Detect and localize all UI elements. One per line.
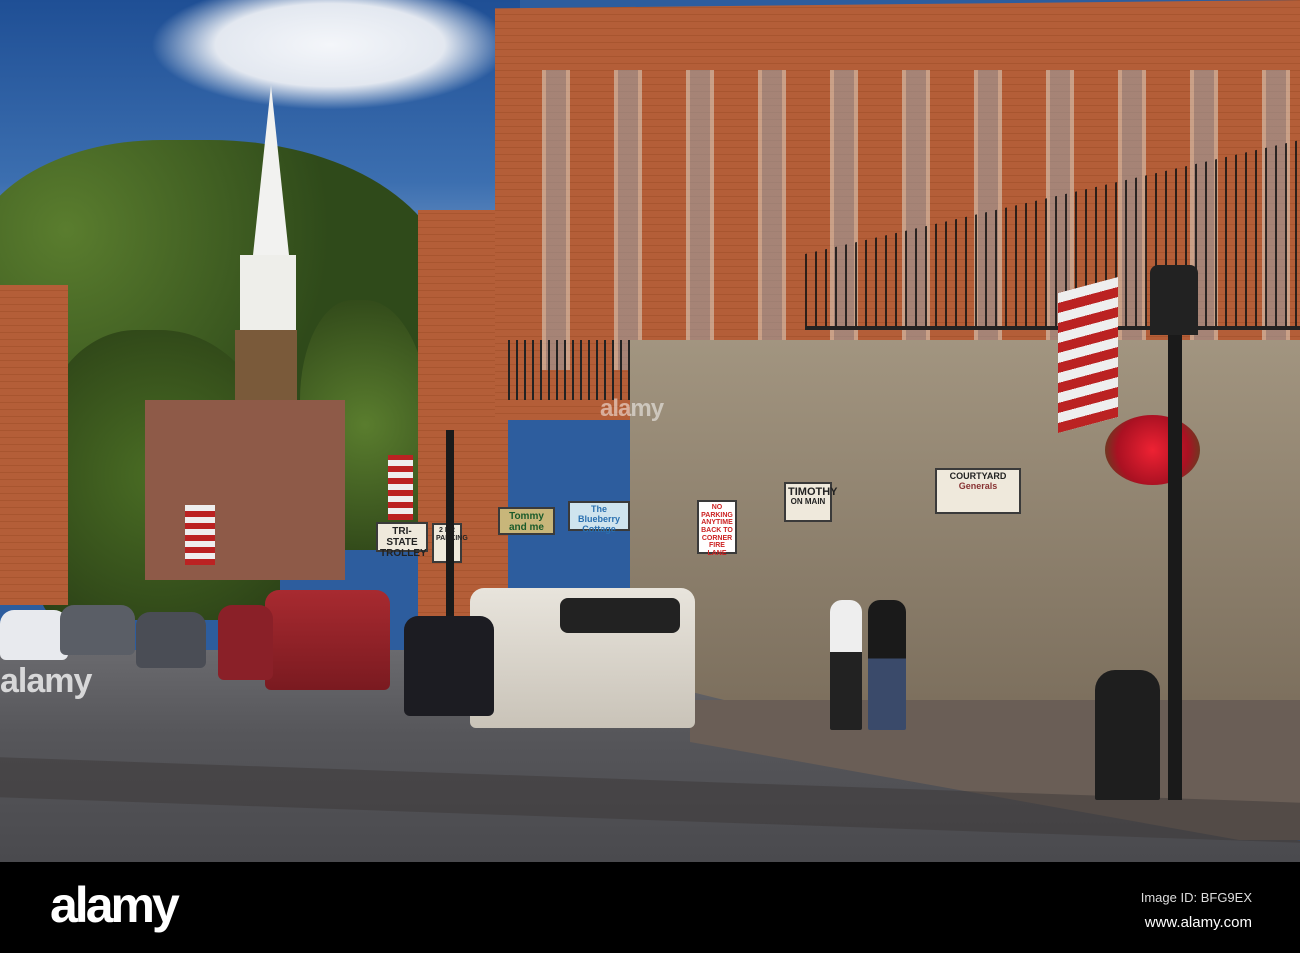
sign-generals: Generals (958, 480, 998, 491)
small-balcony (508, 340, 633, 400)
sign-timothy-sub: ON MAIN (790, 497, 826, 507)
black-sedan (404, 616, 494, 716)
street-photo: TRI-STATE TROLLEY 2 HR PARKING Tommy and… (0, 0, 1300, 862)
alamy-logo: alamy (50, 877, 180, 933)
sign-blueberry-cottage: The Blueberry Cottage (568, 501, 630, 534)
sign-tommy-and-me: Tommy and me (498, 507, 555, 535)
pedestrian (868, 600, 906, 730)
image-id: Image ID: BFG9EX (1140, 890, 1252, 905)
sign-timothy: TIMOTHY ON MAIN (784, 482, 838, 522)
american-flag-far (185, 505, 215, 565)
lamp-post (1168, 280, 1182, 800)
church-steeple (253, 85, 289, 255)
left-building (0, 285, 68, 605)
corner-building (418, 210, 508, 640)
white-car (0, 610, 68, 660)
footer-bar: alamy Image ID: BFG9EX www.alamy.com (0, 862, 1300, 953)
distant-building (145, 400, 345, 580)
red-car (218, 605, 273, 680)
parked-car (60, 605, 135, 655)
american-flag-small (388, 455, 413, 520)
watermark-center: alamy (600, 395, 664, 422)
steeple-tower (235, 330, 297, 400)
american-flag (1058, 276, 1118, 434)
hanging-flowers (1105, 415, 1200, 485)
sign-tri-state-trolley: TRI-STATE TROLLEY (376, 522, 428, 559)
trash-bin (1095, 670, 1160, 800)
watermark-left: alamy (0, 662, 92, 700)
steeple-belfry (240, 255, 296, 335)
sign-no-parking: NO PARKING ANYTIME BACK TO CORNER FIRE L… (697, 500, 737, 557)
lamp-head (1150, 265, 1198, 335)
cloud (150, 0, 510, 110)
suv-rear-window (560, 598, 680, 633)
sign-courtyard: COURTYARD Generals (935, 468, 1021, 514)
pedestrian (830, 600, 862, 730)
alamy-url[interactable]: www.alamy.com (1145, 914, 1252, 931)
red-minivan (265, 590, 390, 690)
lamp-post-small (446, 430, 454, 620)
gray-car (136, 612, 206, 668)
